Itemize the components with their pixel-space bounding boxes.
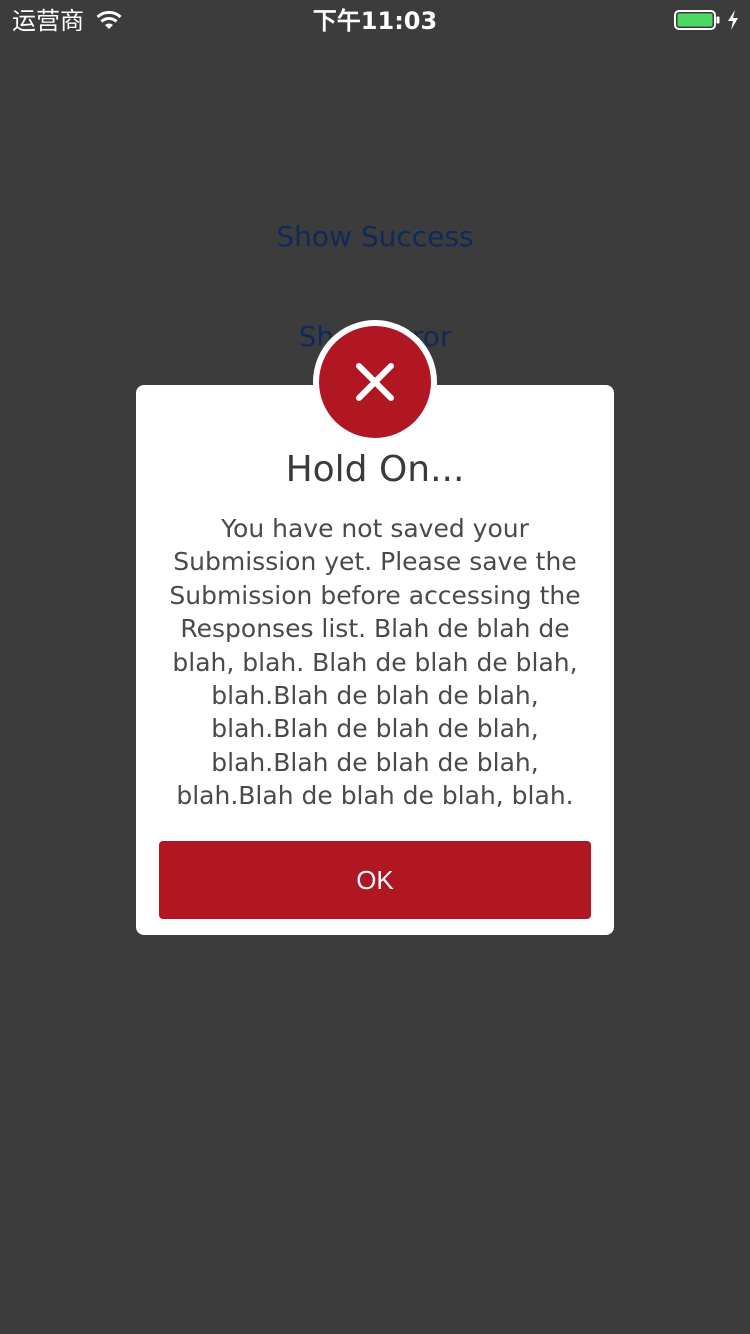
ok-button[interactable]: OK (159, 841, 591, 919)
close-x-icon (356, 363, 394, 401)
status-time: 下午11:03 (312, 7, 438, 35)
status-bar: 运营商 下午11:03 (0, 0, 750, 40)
dialog-title: Hold On... (285, 449, 465, 490)
alert-icon-badge (319, 326, 431, 438)
charging-bolt-icon (728, 10, 738, 30)
show-success-button[interactable]: Show Success (0, 219, 750, 255)
battery-icon (674, 10, 720, 30)
dialog-message: You have not saved your Submission yet. … (169, 514, 581, 811)
